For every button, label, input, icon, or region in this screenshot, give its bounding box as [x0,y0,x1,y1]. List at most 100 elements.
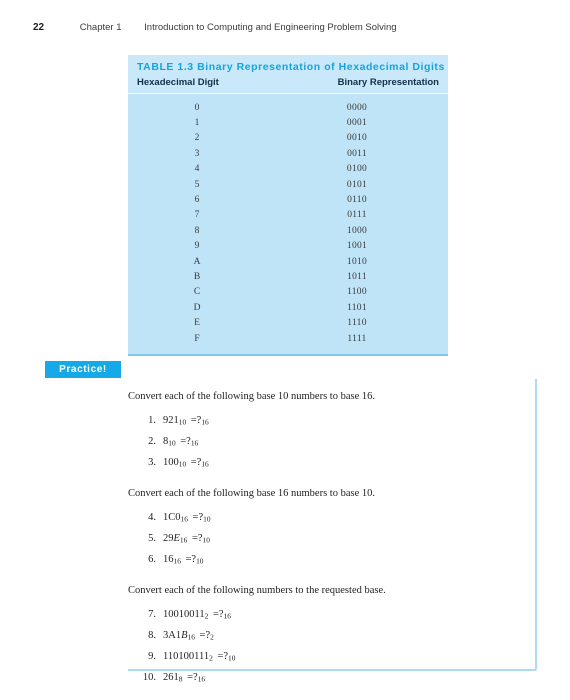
column-header-binary-representation: Binary Representation [337,77,439,88]
cell-hexadecimal-digit: 8 [194,225,200,236]
cell-hexadecimal-digit: 1 [194,118,200,129]
practice-prompt: Convert each of the following base 10 nu… [128,391,375,402]
practice-prompt: Convert each of the following base 16 nu… [128,488,375,499]
practice-item-expression: 100100112 =?16 [163,609,231,621]
practice-group: Convert each of the following base 16 nu… [128,487,528,570]
cell-binary-representation: 1000 [346,225,368,236]
cell-binary-representation: 0111 [347,210,367,221]
table-row: 5 0101 [128,177,448,192]
practice-item: 5. 29E16 =?10 [128,528,528,549]
cell-hexadecimal-digit: A [193,256,201,267]
cell-hexadecimal-digit: C [193,287,201,298]
practice-item-expression: 10010 =?16 [163,457,209,469]
cell-binary-representation: 1011 [347,271,367,282]
practice-item-expression: 1101001112 =?10 [163,651,236,663]
cell-hexadecimal-digit: B [193,271,201,282]
practice-item-list: 1. 92110 =?16 2. 810 =?16 3. 10010 =?16 [128,410,528,473]
chapter-title: Introduction to Computing and Engineerin… [144,22,397,33]
cell-hexadecimal-digit: 3 [194,148,200,159]
table-row: B 1011 [128,269,448,284]
practice-item: 3. 10010 =?16 [128,452,528,473]
cell-binary-representation: 0010 [346,133,368,144]
cell-hexadecimal-digit: F [194,333,200,344]
practice-item: 7. 100100112 =?16 [128,604,528,625]
cell-binary-representation: 1101 [347,302,367,313]
practice-group: Convert each of the following numbers to… [128,584,528,688]
practice-item: 6. 1616 =?10 [128,549,528,570]
practice-item: 1. 92110 =?16 [128,410,528,431]
practice-item-expression: 29E16 =?10 [163,533,210,545]
practice-prompt: Convert each of the following numbers to… [128,585,386,596]
table-row: 0 0000 [128,100,448,115]
practice-item: 10. 2618 =?16 [128,667,528,688]
cell-binary-representation: 0101 [346,179,368,190]
cell-binary-representation: 0000 [346,102,368,113]
practice-badge: Practice! [45,361,121,378]
table-row: 6 0110 [128,192,448,207]
table-column-headers: Hexadecimal Digit Binary Representation [128,76,448,94]
table-row: 9 1001 [128,239,448,254]
practice-item-number: 9. [148,651,156,662]
table-row: E 1110 [128,315,448,330]
table-row: 1 0001 [128,115,448,130]
cell-binary-representation: 1001 [346,241,368,252]
table-body: 0 0000 1 0001 2 0010 3 0011 4 0100 5 0101 6 0110 7 0111… [128,94,448,354]
cell-binary-representation: 0110 [347,195,367,206]
practice-item-expression: 810 =?16 [163,436,199,448]
practice-item-number: 6. [148,554,156,565]
practice-item-number: 10. [142,672,156,683]
practice-item-expression: 1616 =?10 [163,554,204,566]
practice-item: 8. 3A1B16 =?2 [128,625,528,646]
practice-item-list: 4. 1C016 =?10 5. 29E16 =?10 6. 1616 =?10 [128,507,528,570]
cell-binary-representation: 0001 [346,118,368,129]
cell-binary-representation: 1100 [347,287,367,298]
practice-item-number: 5. [148,533,156,544]
table-row: D 1101 [128,300,448,315]
practice-right-rule [535,379,537,670]
practice-item: 4. 1C016 =?10 [128,507,528,528]
table-row: C 1100 [128,285,448,300]
practice-item-number: 8. [148,630,156,641]
table-row: A 1010 [128,254,448,269]
cell-binary-representation: 1010 [346,256,368,267]
cell-binary-representation: 0011 [347,148,367,159]
cell-hexadecimal-digit: D [193,302,201,313]
practice-item-expression: 92110 =?16 [163,415,209,427]
cell-hexadecimal-digit: E [194,318,200,329]
cell-hexadecimal-digit: 0 [194,102,200,113]
practice-item-number: 4. [148,512,156,523]
practice-item-expression: 2618 =?16 [163,672,206,684]
hex-binary-table: TABLE 1.3 Binary Representation of Hexad… [128,55,448,357]
practice-item: 2. 810 =?16 [128,431,528,452]
table-row: 4 0100 [128,162,448,177]
cell-binary-representation: 0100 [346,164,368,175]
practice-content: Convert each of the following base 10 nu… [128,390,528,688]
practice-item-number: 3. [148,457,156,468]
practice-item-list: 7. 100100112 =?16 8. 3A1B16 =?2 9. 1101001112… [128,604,528,688]
table-row: 3 0011 [128,146,448,161]
cell-hexadecimal-digit: 4 [194,164,200,175]
cell-binary-representation: 1110 [347,318,367,329]
practice-item-expression: 3A1B16 =?2 [163,630,214,642]
table-row: 7 0111 [128,208,448,223]
cell-hexadecimal-digit: 6 [194,195,200,206]
page-number: 22 [33,22,45,33]
table-row: 2 0010 [128,131,448,146]
running-head: 22 Chapter 1 Introduction to Computing a… [33,22,543,38]
practice-item-number: 1. [148,415,156,426]
cell-hexadecimal-digit: 5 [194,179,200,190]
practice-item-expression: 1C016 =?10 [163,512,211,524]
cell-hexadecimal-digit: 2 [194,133,200,144]
cell-binary-representation: 1111 [347,333,367,344]
cell-hexadecimal-digit: 9 [194,241,200,252]
practice-item: 9. 1101001112 =?10 [128,646,528,667]
practice-group: Convert each of the following base 10 nu… [128,390,528,473]
chapter-label: Chapter 1 [79,22,122,33]
cell-hexadecimal-digit: 7 [194,210,200,221]
table-row: 8 1000 [128,223,448,238]
column-header-hexadecimal-digit: Hexadecimal Digit [137,77,219,88]
practice-item-number: 7. [148,609,156,620]
table-caption: TABLE 1.3 Binary Representation of Hexad… [128,55,448,76]
practice-item-number: 2. [148,436,156,447]
table-row: F 1111 [128,331,448,346]
